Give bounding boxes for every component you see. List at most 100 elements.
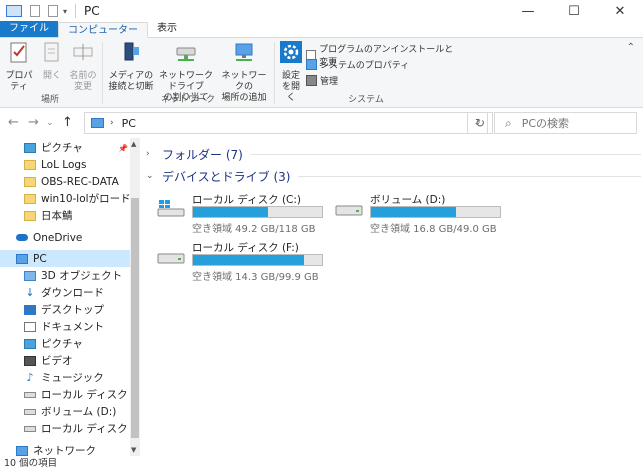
drive-icon (24, 391, 36, 398)
expand-chevron-icon[interactable]: › (146, 149, 158, 159)
nav-item-label: ダウンロード (41, 287, 104, 299)
nav-item-win10-lol[interactable]: win10-lolがロード画面 (0, 190, 130, 207)
nav-scroll-thumb[interactable] (131, 198, 139, 438)
refresh-button[interactable]: ↻ (467, 112, 493, 134)
nav-item-desktop[interactable]: デスクトップ (0, 301, 130, 318)
address-bar[interactable]: › PC ⌄ (84, 112, 488, 134)
nav-item-label: ボリューム (D:) (41, 406, 117, 418)
breadcrumb-chevron-icon[interactable]: › (110, 118, 114, 128)
folder-icon (24, 159, 36, 170)
folder-icon (24, 210, 36, 221)
nav-item-music[interactable]: ♪ ミュージック (0, 369, 130, 386)
media-connect-button[interactable]: メディアの 接続と切断 (108, 40, 154, 93)
nav-item-drive-c[interactable]: ローカル ディスク (C:) (0, 386, 130, 403)
search-placeholder: PCの検索 (521, 117, 570, 130)
scroll-down-icon[interactable]: ▼ (131, 446, 136, 454)
gear-icon (280, 41, 302, 63)
manage-label: 管理 (320, 77, 339, 87)
videos-icon (24, 355, 36, 366)
search-icon: ⌕ (505, 115, 512, 130)
nav-item-pictures-quick[interactable]: ピクチャ 📌 (0, 139, 130, 156)
rename-button[interactable]: 名前の 変更 (68, 40, 98, 93)
music-icon: ♪ (26, 370, 34, 384)
drive-usage-fill (193, 255, 304, 265)
recent-locations-chevron-icon[interactable]: ⌄ (46, 118, 54, 128)
open-button[interactable]: 開く (38, 40, 66, 82)
system-properties-icon (306, 59, 317, 70)
nav-item-label: ドキュメント (41, 321, 104, 333)
nav-scrollbar[interactable]: ▲ ▼ (130, 138, 140, 456)
folders-group-header[interactable]: › フォルダー (7) (146, 144, 641, 164)
ribbon-tabs: ファイル コンピューター 表示 (0, 21, 643, 38)
title-bar: ▾ PC — ☐ ✕ (0, 0, 643, 22)
drive-usage-bar (370, 206, 501, 218)
collapse-chevron-icon[interactable]: ⌄ (146, 171, 158, 181)
devices-group-header[interactable]: ⌄ デバイスとドライブ (3) (146, 166, 641, 186)
nav-item-label: OBS-REC-DATA (41, 175, 119, 188)
navigation-pane: ピクチャ 📌 LoL Logs OBS-REC-DATA win10-lolがロ… (0, 138, 142, 456)
nav-item-label: ミュージック (41, 372, 104, 384)
nav-item-drive-d[interactable]: ボリューム (D:) (0, 403, 130, 420)
nav-item-pc[interactable]: PC (0, 250, 130, 267)
search-box[interactable]: ⌕ PCの検索 (494, 112, 637, 134)
pin-icon[interactable]: 📌 (118, 144, 128, 153)
properties-quick-access-icon[interactable] (30, 5, 40, 17)
pc-icon[interactable] (6, 5, 22, 17)
drive-item-f[interactable]: ローカル ディスク (F:) 空き領域 14.3 GB/99.9 GB (156, 240, 326, 283)
minimize-button[interactable]: — (505, 0, 551, 22)
manage-button[interactable]: 管理 (306, 74, 338, 87)
tab-view[interactable]: 表示 (148, 21, 186, 37)
maximize-button[interactable]: ☐ (551, 0, 597, 22)
nav-item-nihon-saba[interactable]: 日本鯖 (0, 207, 130, 224)
forward-arrow-icon[interactable]: → (28, 115, 39, 130)
folders-header-label: フォルダー (7) (162, 147, 243, 162)
back-arrow-icon[interactable]: ← (8, 115, 19, 130)
media-label-line1: メディアの (108, 71, 154, 81)
nav-item-drive-f[interactable]: ローカル ディスク (F:) (0, 420, 130, 437)
network-location-icon (235, 43, 253, 61)
breadcrumb-pc[interactable]: PC (122, 117, 136, 130)
ribbon-collapse-icon[interactable]: ⌃ (627, 42, 635, 53)
nav-item-lol-logs[interactable]: LoL Logs (0, 156, 130, 173)
nav-item-label: ネットワーク (33, 445, 96, 456)
drive-item-c[interactable]: ローカル ディスク (C:) 空き領域 49.2 GB/118 GB (156, 192, 326, 235)
nav-item-videos[interactable]: ビデオ (0, 352, 130, 369)
open-icon (44, 42, 59, 62)
nav-item-documents[interactable]: ドキュメント (0, 318, 130, 335)
nav-item-label: ピクチャ (41, 142, 83, 154)
nav-item-pictures[interactable]: ピクチャ (0, 335, 130, 352)
media-server-icon (124, 42, 139, 61)
group-divider (298, 175, 641, 177)
up-arrow-icon[interactable]: ↑ (62, 115, 73, 130)
tab-computer[interactable]: コンピューター (58, 22, 148, 38)
drive-usage-bar (192, 206, 323, 218)
nav-item-onedrive[interactable]: OneDrive (0, 229, 130, 246)
properties-button[interactable]: プロパティ (4, 40, 34, 93)
network-group-label: ネットワーク (160, 95, 215, 105)
tab-file[interactable]: ファイル (0, 21, 58, 37)
drive-item-d[interactable]: ボリューム (D:) 空き領域 16.8 GB/49.0 GB (334, 192, 504, 235)
ribbon-group-network: メディアの 接続と切断 ネットワーク ドライブ の割り当て ネットワークの 場所… (104, 38, 272, 108)
drive-usage-fill (193, 207, 269, 217)
drive-name: ローカル ディスク (C:) (192, 194, 302, 206)
properties-label: プロパティ (5, 71, 33, 92)
title-separator (75, 4, 77, 18)
scroll-up-icon[interactable]: ▲ (131, 140, 136, 148)
drive-icon (24, 425, 36, 432)
nav-item-obs-rec-data[interactable]: OBS-REC-DATA (0, 173, 130, 190)
system-properties-button[interactable]: システムのプロパティ (306, 58, 409, 71)
close-button[interactable]: ✕ (597, 0, 643, 22)
new-folder-quick-access-icon[interactable] (48, 5, 58, 17)
pc-icon (16, 253, 28, 264)
ribbon-separator (102, 42, 103, 104)
download-icon: ↓ (25, 285, 35, 299)
nav-item-downloads[interactable]: ↓ ダウンロード (0, 284, 130, 301)
ribbon-group-system: 設定 を開く プログラムのアンインストールと変更 システムのプロパティ 管理 シ… (276, 38, 456, 108)
drive-free-space: 空き領域 14.3 GB/99.9 GB (192, 272, 319, 283)
nav-item-3d-objects[interactable]: 3D オブジェクト (0, 267, 130, 284)
nav-item-label: LoL Logs (41, 158, 87, 171)
drive-name: ボリューム (D:) (370, 194, 446, 206)
quick-access-dropdown-icon[interactable]: ▾ (63, 7, 67, 16)
drive-name: ローカル ディスク (F:) (192, 242, 299, 254)
nav-item-network[interactable]: ネットワーク (0, 442, 130, 456)
